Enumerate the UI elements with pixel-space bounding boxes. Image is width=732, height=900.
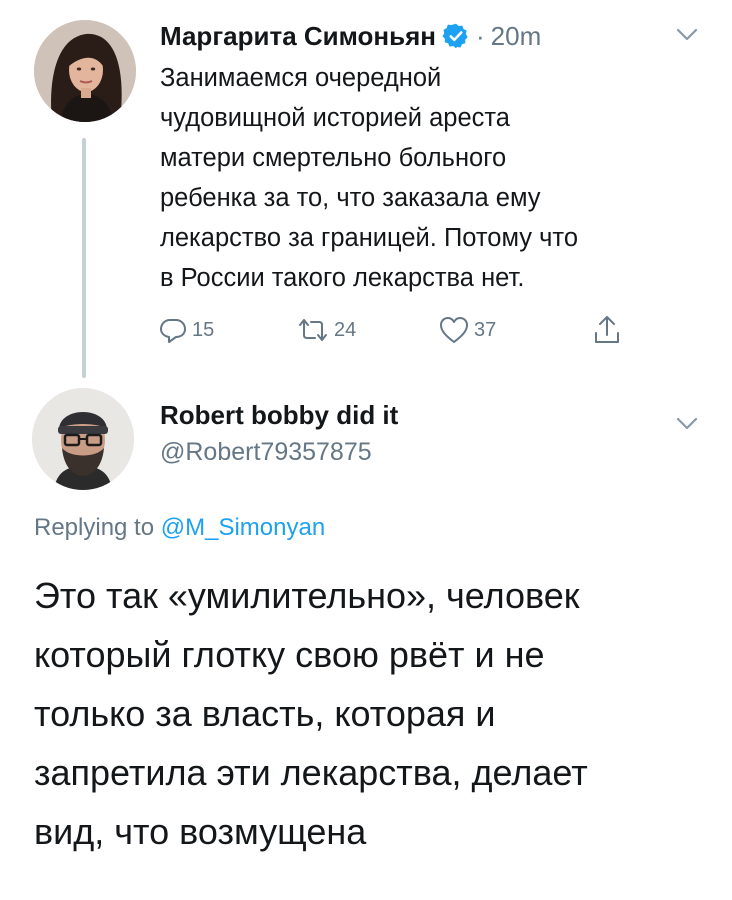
replying-to-label: Replying to [34,514,155,541]
reply-text-line: который глотку свою рвёт и не [34,634,545,675]
tweet-text-line: чудовищной историей ареста [160,104,510,132]
reply-author-avatar[interactable] [32,388,134,490]
tweet-timestamp[interactable]: 20m [491,21,542,52]
tweet-text-line: в России такого лекарства нет. [160,264,525,292]
reply-author-name[interactable]: Robert bobby did it [160,400,398,431]
replying-to-mention-link[interactable]: @M_Simonyan [161,514,325,541]
tweet-text-line: ребенка за то, что заказала ему [160,184,541,212]
tweet-action-bar: 15 24 37 [0,312,732,348]
tweet-text-line: матери смертельно больного [160,144,507,172]
like-button[interactable]: 37 [438,312,496,348]
reply-text-line: вид, что возмущена [34,811,367,852]
retweet-button[interactable]: 24 [296,312,356,348]
tweet-author-name[interactable]: Маргарита Симоньян [160,21,436,52]
chevron-down-icon[interactable] [676,28,698,42]
avatar-photo [32,388,134,490]
heart-icon [440,317,468,343]
reply-text-line: запретила эти лекарства, делает [34,752,588,793]
chevron-down-icon[interactable] [676,417,698,431]
tweet-text-line: Занимаемся очередной [160,64,442,92]
reply-text: Это так «умилительно», человек который г… [34,566,714,861]
like-count: 37 [474,318,497,341]
replying-to: Replying to @M_Simonyan [34,514,325,542]
reply-icon [160,319,186,343]
reply-text-line: только за власть, которая и [34,693,496,734]
tweet-text: Занимаемся очередной чудовищной историей… [160,58,720,298]
reply-count: 15 [192,318,215,341]
tweet-header: Маргарита Симоньян · 20m [160,18,541,54]
share-button[interactable] [592,312,622,348]
avatar-photo [34,20,136,122]
reply-author-handle[interactable]: @Robert79357875 [160,438,372,467]
reply-text-line: Это так «умилительно», человек [34,575,580,616]
verified-badge-icon [442,23,468,49]
share-icon [595,316,619,343]
tweet-author-avatar[interactable] [34,20,136,122]
retweet-icon [299,319,327,341]
tweet-text-line: лекарство за границей. Потому что [160,224,578,252]
reply-button[interactable]: 15 [158,312,214,348]
retweet-count: 24 [334,318,357,341]
tweet-separator: · [475,20,485,51]
